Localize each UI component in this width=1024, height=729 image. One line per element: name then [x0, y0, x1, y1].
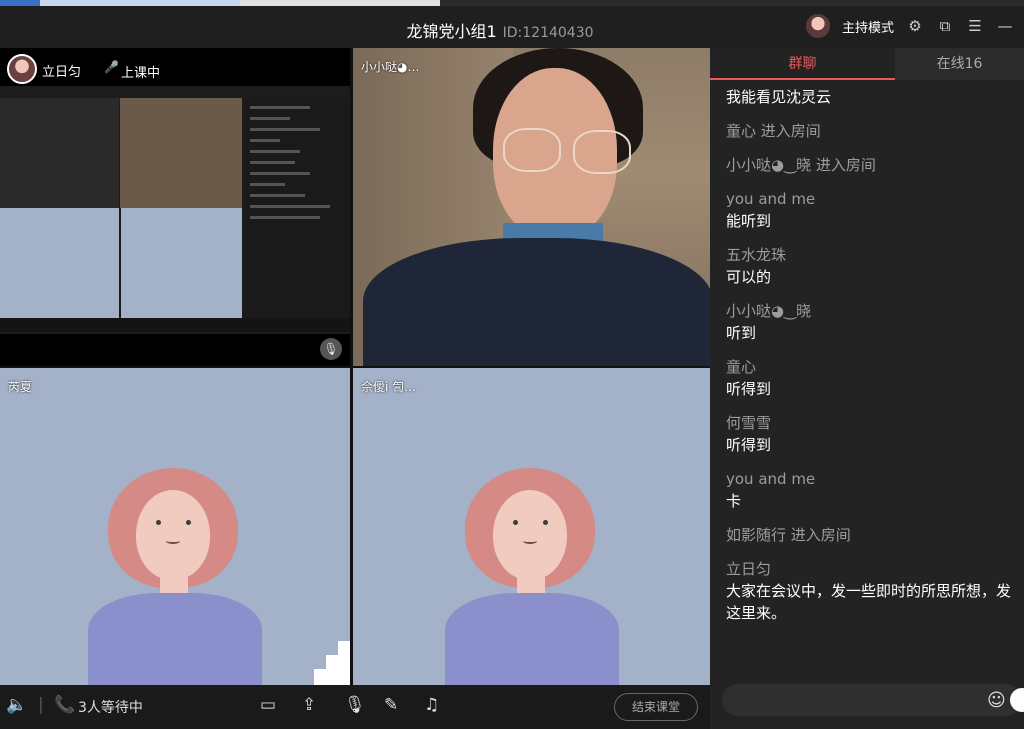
- presenter-avatar: [7, 54, 37, 84]
- edit-icon[interactable]: ✎: [384, 695, 398, 715]
- external-window-icon[interactable]: ⧉: [936, 17, 954, 35]
- screen-share-tile[interactable]: 立日匀 🎤 上课中 🎙: [0, 48, 350, 366]
- message-text: 可以的: [726, 268, 772, 286]
- system-message: 童心 进入房间: [726, 122, 821, 140]
- message-text: 大家在会议中，发一些即时的所思所想，发: [726, 582, 1012, 600]
- message-text: 听得到: [726, 436, 772, 454]
- message-text: 听得到: [726, 380, 772, 398]
- default-avatar-illustration: [80, 468, 270, 685]
- tab-group-chat[interactable]: 群聊: [710, 48, 895, 80]
- chat-message: you and me 能听到: [726, 188, 1024, 232]
- host-mode-label[interactable]: 主持模式: [842, 17, 894, 36]
- chat-message: you and me 卡: [726, 468, 1024, 512]
- message-sender: you and me: [726, 470, 816, 488]
- chat-message: 如影随行 进入房间: [726, 524, 1024, 546]
- participant-name: 小小哒◕…: [361, 60, 420, 74]
- screen-share-icon[interactable]: ⇪: [302, 695, 316, 715]
- shared-screen-content: [0, 86, 350, 334]
- message-sender: you and me: [726, 190, 816, 208]
- message-text: 能听到: [726, 212, 772, 230]
- message-text-continued: 这里来。: [726, 604, 787, 622]
- participant-avatar-tile[interactable]: 芮夏: [0, 368, 350, 685]
- speaker-icon[interactable]: 🔈: [6, 695, 27, 715]
- presenter-status: 上课中: [121, 66, 161, 81]
- message-sender: 何雪雪: [726, 414, 772, 432]
- chat-message-list: 我能看见沈灵云 童心 进入房间小小哒◕‿晓 进入房间 you and me 能听到五水…: [726, 86, 1024, 636]
- minimize-icon[interactable]: —: [996, 17, 1014, 35]
- message-text: 卡: [726, 492, 742, 510]
- chat-message: 小小哒◕‿晓 听到: [726, 300, 1024, 344]
- presenter-name: 立日匀: [42, 65, 82, 80]
- message-sender: 小小哒◕‿晓: [726, 302, 812, 320]
- chat-message: 小小哒◕‿晓 进入房间: [726, 154, 1024, 176]
- message-text: 我能看见沈灵云: [726, 88, 832, 106]
- chat-message: 童心 听得到: [726, 356, 1024, 400]
- meeting-id: ID:12140430: [502, 25, 594, 41]
- system-message: 小小哒◕‿晓 进入房间: [726, 156, 876, 174]
- message-text: 听到: [726, 324, 757, 342]
- end-class-button[interactable]: 结束课堂: [614, 693, 698, 721]
- message-sender: 五水龙珠: [726, 246, 787, 264]
- waiting-count[interactable]: 3人等待中: [78, 697, 143, 717]
- mic-off-icon[interactable]: 🎙: [344, 695, 366, 715]
- chat-message: 我能看见沈灵云: [726, 86, 1024, 108]
- participant-name: 芮夏: [8, 380, 33, 394]
- chat-message: 五水龙珠 可以的: [726, 244, 1024, 288]
- participant-avatar-tile[interactable]: 佘僾i 訇…: [353, 368, 710, 685]
- bottom-toolbar: 🔈 | 📞 3人等待中 ▭ ⇪ 🎙 ✎ ♫ 结束课堂: [0, 685, 710, 729]
- meeting-name: 龙锦党小组1: [406, 22, 497, 41]
- chat-input[interactable]: [722, 684, 1022, 716]
- mic-button[interactable]: 🎙: [320, 338, 342, 360]
- host-avatar[interactable]: [805, 14, 830, 38]
- chat-message: 何雪雪 听得到: [726, 412, 1024, 456]
- emoji-icon[interactable]: ☺: [987, 690, 1006, 711]
- default-avatar-illustration: [437, 468, 627, 685]
- divider: |: [38, 695, 44, 715]
- camera-off-icon[interactable]: ▭: [260, 695, 276, 715]
- participant-name: 佘僾i 訇…: [361, 380, 417, 394]
- menu-icon[interactable]: ☰: [966, 17, 984, 35]
- title-bar: 龙锦党小组1 ID:12140430 主持模式 ⚙ ⧉ ☰ —: [0, 6, 1024, 48]
- message-sender: 立日匀: [726, 560, 772, 578]
- settings-icon[interactable]: ⚙: [906, 17, 924, 35]
- chat-panel: 群聊 在线16 我能看见沈灵云 童心 进入房间小小哒◕‿晓 进入房间 you and…: [710, 48, 1024, 729]
- chat-message: 童心 进入房间: [726, 120, 1024, 142]
- phone-icon[interactable]: 📞: [54, 695, 75, 715]
- music-icon[interactable]: ♫: [424, 695, 439, 715]
- chat-message: 立日匀大家在会议中，发一些即时的所思所想，发 这里来。: [726, 558, 1024, 624]
- system-message: 如影随行 进入房间: [726, 526, 851, 544]
- mic-icon: 🎤: [104, 60, 119, 74]
- message-sender: 童心: [726, 358, 757, 376]
- tab-online[interactable]: 在线16: [895, 48, 1024, 80]
- participant-video-tile[interactable]: 小小哒◕…: [353, 48, 710, 366]
- video-grid: 立日匀 🎤 上课中 🎙 小小哒◕… 芮夏 佘僾i 訇…: [0, 48, 710, 685]
